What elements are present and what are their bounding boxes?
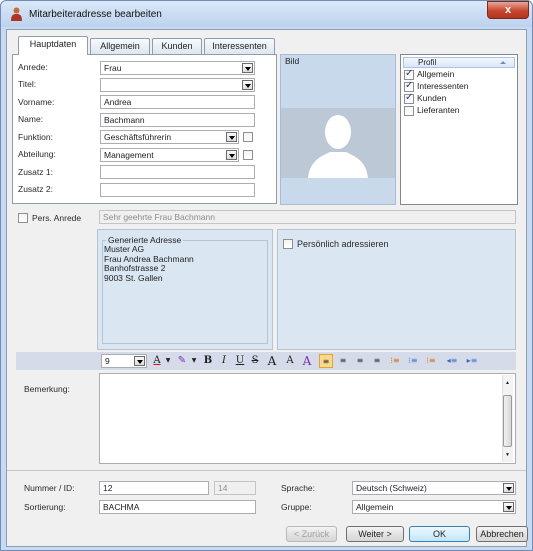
scroll-up-icon[interactable]: ▲: [503, 378, 512, 388]
person-icon: [11, 7, 22, 21]
title-bar[interactable]: Mitarbeiteradresse bearbeiten: [1, 1, 532, 27]
profile-item-interessenten[interactable]: Interessenten: [404, 80, 469, 92]
profile-column-header[interactable]: Profil: [403, 57, 515, 68]
pers-anrede-input[interactable]: Sehr geehrte Frau Bachmann: [99, 210, 516, 224]
separator: [7, 470, 526, 471]
superscript-icon[interactable]: A: [264, 354, 280, 368]
sprache-label: Sprache:: [281, 483, 316, 493]
chevron-down-icon[interactable]: ▼: [164, 354, 172, 368]
scroll-thumb[interactable]: [503, 395, 512, 447]
zusatz1-input[interactable]: [100, 165, 255, 179]
funktion-checkbox[interactable]: [243, 132, 253, 142]
sprache-select[interactable]: Deutsch (Schweiz): [352, 481, 516, 495]
photo-label: Bild: [285, 56, 300, 66]
gruppe-label: Gruppe:: [281, 502, 312, 512]
profile-lieferanten-checkbox[interactable]: [404, 105, 414, 116]
numbered-list-icon[interactable]: ⁝≡: [406, 354, 420, 368]
chevron-down-icon[interactable]: [242, 80, 253, 90]
bullet-list-icon[interactable]: ⁝≡: [388, 354, 402, 368]
align-justify-icon[interactable]: ≡: [370, 354, 384, 368]
abteilung-select[interactable]: Management: [100, 148, 239, 162]
sort-up-icon: [500, 61, 506, 64]
close-button[interactable]: x: [487, 1, 529, 19]
increase-indent-icon[interactable]: ▸≡: [464, 354, 480, 368]
ok-button[interactable]: OK: [409, 526, 470, 542]
chevron-down-icon[interactable]: [226, 150, 237, 160]
abteilung-label: Abteilung:: [18, 149, 56, 159]
funktion-select[interactable]: Geschäftsführerin: [100, 130, 239, 144]
next-button[interactable]: Weiter >: [346, 526, 404, 542]
multilevel-list-icon[interactable]: ⁝≡: [424, 354, 438, 368]
back-button[interactable]: < Zurück: [286, 526, 337, 542]
profile-item-lieferanten[interactable]: Lieferanten: [404, 105, 460, 116]
bemerkung-textarea[interactable]: [99, 373, 516, 464]
font-color-icon[interactable]: A: [150, 354, 164, 368]
pers-anrede-label: Pers. Anrede: [32, 213, 82, 223]
underline-icon[interactable]: U: [234, 354, 246, 368]
align-left-icon[interactable]: ≡: [319, 354, 333, 368]
bemerkung-label: Bemerkung:: [24, 384, 70, 394]
profile-interessenten-checkbox[interactable]: [404, 80, 414, 92]
profile-allgemein-checkbox[interactable]: [404, 68, 414, 80]
generated-address-text: Muster AG Frau Andrea Bachmann Banhofstr…: [104, 244, 194, 283]
cancel-button[interactable]: Abbrechen: [476, 526, 528, 542]
font-grow-icon[interactable]: A: [300, 354, 314, 368]
subscript-icon[interactable]: A: [282, 354, 298, 368]
anrede-select[interactable]: Frau: [100, 61, 255, 75]
zusatz2-input[interactable]: [100, 183, 255, 197]
personal-address-label: Persönlich adressieren: [297, 239, 389, 249]
zusatz2-label: Zusatz 2:: [18, 184, 53, 194]
zusatz1-label: Zusatz 1:: [18, 167, 53, 177]
scroll-down-icon[interactable]: ▼: [503, 450, 512, 460]
italic-icon[interactable]: I: [218, 354, 230, 368]
anrede-label: Anrede:: [18, 62, 48, 72]
window-title: Mitarbeiteradresse bearbeiten: [29, 9, 162, 20]
abteilung-checkbox[interactable]: [243, 150, 253, 160]
titel-label: Titel:: [18, 79, 37, 89]
name-input[interactable]: Bachmann: [100, 113, 255, 127]
chevron-down-icon[interactable]: [134, 356, 145, 366]
sortierung-label: Sortierung:: [24, 502, 66, 512]
tab-kunden[interactable]: Kunden: [152, 38, 202, 54]
highlight-icon[interactable]: ✎: [174, 354, 190, 368]
strikethrough-icon[interactable]: S: [249, 354, 261, 368]
bold-icon[interactable]: B: [202, 354, 214, 368]
tab-hauptdaten[interactable]: Hauptdaten: [18, 36, 88, 55]
profile-kunden-checkbox[interactable]: [404, 92, 414, 104]
person-silhouette-icon: [308, 115, 368, 178]
profile-item-kunden[interactable]: Kunden: [404, 92, 446, 104]
titel-select[interactable]: [100, 78, 255, 92]
nummer-label: Nummer / ID:: [24, 483, 75, 493]
chevron-down-icon[interactable]: [503, 502, 514, 512]
decrease-indent-icon[interactable]: ◂≡: [444, 354, 460, 368]
profile-item-allgemein[interactable]: Allgemein: [404, 68, 454, 80]
align-center-icon[interactable]: ≡: [336, 354, 350, 368]
chevron-down-icon[interactable]: [226, 132, 237, 142]
tab-allgemein[interactable]: Allgemein: [90, 38, 150, 54]
nummer-input[interactable]: 12: [99, 481, 209, 495]
id-field: 14: [214, 481, 256, 495]
name-label: Name:: [18, 114, 44, 124]
vorname-label: Vorname:: [18, 97, 55, 107]
tab-interessenten[interactable]: Interessenten: [204, 38, 275, 54]
font-size-select[interactable]: 9: [101, 354, 147, 368]
chevron-down-icon[interactable]: ▼: [190, 354, 198, 368]
align-right-icon[interactable]: ≡: [353, 354, 367, 368]
gruppe-select[interactable]: Allgemein: [352, 500, 516, 514]
chevron-down-icon[interactable]: [503, 483, 514, 493]
personal-address-checkbox[interactable]: [283, 239, 293, 249]
vorname-input[interactable]: Andrea: [100, 95, 255, 109]
pers-anrede-checkbox[interactable]: [18, 213, 28, 223]
funktion-label: Funktion:: [18, 132, 53, 142]
chevron-down-icon[interactable]: [242, 63, 253, 73]
hauptdaten-panel: [12, 54, 277, 204]
sortierung-input[interactable]: BACHMA: [99, 500, 256, 514]
